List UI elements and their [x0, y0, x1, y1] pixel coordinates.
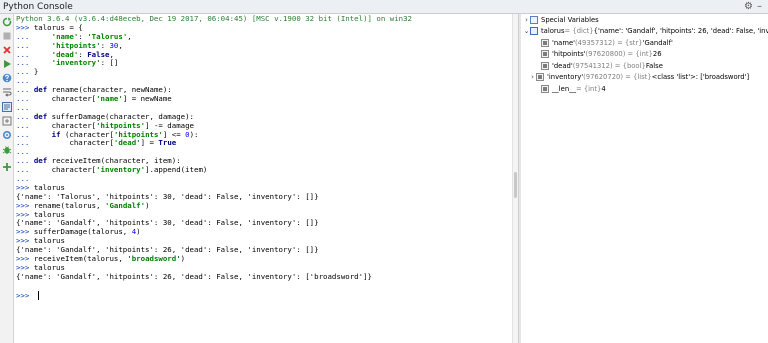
console-toolbar: [0, 14, 14, 343]
variable-name: 'name': [552, 39, 576, 47]
list-icon: [536, 73, 544, 81]
variable-value: {'name': 'Gandalf', 'hitpoints': 26, 'de…: [593, 27, 768, 35]
variable-value: 26: [652, 50, 662, 58]
console-output[interactable]: Python 3.6.4 (v3.6.4:d48eceb, Dec 19 201…: [14, 14, 512, 343]
console-line: ... }: [16, 67, 39, 77]
child-variable-row[interactable]: 'name' (49357312) = {str} 'Gandalf': [534, 38, 673, 48]
soft-wrap-icon[interactable]: [2, 87, 12, 97]
settings-gear-icon[interactable]: ⚙: [744, 1, 753, 12]
variable-value: 'Gandalf': [642, 39, 673, 47]
console-line: >>> receiveItem(talorus, 'broadsword'): [16, 254, 186, 264]
stop-icon[interactable]: [2, 31, 12, 41]
console-line: ... character['inventory'].append(item): [16, 165, 208, 175]
variable-type: (97620800) = {int}: [585, 50, 653, 58]
variable-value: <class 'list'>: ['broadsword']: [651, 73, 750, 81]
variable-type: (97541312) = {bool}: [572, 62, 646, 70]
title-bar: Python Console ⚙ –: [0, 0, 768, 14]
child-variable-row[interactable]: 'hitpoints' (97620800) = {int} 26: [534, 49, 662, 59]
child-variable-row[interactable]: 'dead' (97541312) = {bool} False: [534, 61, 663, 71]
rerun-icon[interactable]: [2, 17, 12, 27]
field-icon: [541, 85, 549, 93]
variable-type: = {int}: [575, 85, 602, 93]
variable-type: (49357312) = {str}: [575, 39, 643, 47]
console-line: >>> rename(talorus, 'Gandalf'): [16, 200, 150, 210]
variable-name: 'hitpoints': [552, 50, 586, 58]
special-variables-row[interactable]: › Special Variables: [523, 15, 599, 25]
variable-type: = {dict}: [564, 27, 594, 35]
variable-name: talorus: [541, 27, 565, 35]
special-variables-label: Special Variables: [541, 16, 599, 24]
field-icon: [541, 39, 549, 47]
console-line: >>> sufferDamage(talorus, 4): [16, 227, 141, 237]
dict-icon: [530, 27, 538, 35]
talorus-variable-row[interactable]: ⌄ talorus = {dict} {'name': 'Gandalf', '…: [523, 26, 768, 36]
collapse-arrow-icon[interactable]: ⌄: [523, 27, 530, 35]
window-title: Python Console: [3, 1, 73, 12]
console-line: ...: [16, 174, 30, 184]
field-icon: [541, 62, 549, 70]
variables-panel: › Special Variables ⌄ talorus = {dict} {…: [521, 14, 768, 343]
expand-arrow-icon[interactable]: ›: [523, 16, 530, 24]
bug-icon[interactable]: [2, 145, 12, 155]
run-icon[interactable]: [2, 59, 12, 69]
show-variables-icon[interactable]: [2, 102, 12, 112]
variable-value: 4: [601, 85, 606, 93]
variable-name: __len__: [552, 85, 576, 93]
child-variable-row[interactable]: › 'inventory' (97620720) = {list} <class…: [529, 72, 749, 82]
help-icon[interactable]: [2, 73, 12, 83]
text-caret: [37, 290, 39, 300]
variable-value: False: [645, 62, 663, 70]
variable-name: 'dead': [552, 62, 573, 70]
close-icon[interactable]: [2, 45, 12, 55]
variable-type: (97620720) = {list}: [583, 73, 652, 81]
console-line: {'name': 'Gandalf', 'hitpoints': 26, 'de…: [16, 271, 372, 281]
expand-arrow-icon[interactable]: ›: [529, 73, 536, 81]
variable-name: 'inventory': [547, 73, 584, 81]
console-line: ... character['dead'] = True: [16, 138, 177, 148]
child-variable-row[interactable]: __len__ = {int} 4: [534, 84, 606, 94]
attach-debugger-icon[interactable]: [2, 116, 12, 126]
console-line: ... character['name'] = newName: [16, 94, 172, 104]
console-line: ... 'inventory': []: [16, 58, 119, 68]
scrollbar-thumb[interactable]: [514, 172, 517, 198]
settings-icon[interactable]: [2, 130, 12, 140]
add-icon[interactable]: [2, 162, 12, 172]
field-icon: [541, 50, 549, 58]
minimize-icon[interactable]: –: [757, 1, 762, 12]
console-line: >>>: [16, 290, 412, 300]
window-controls: ⚙ –: [744, 1, 768, 12]
console-lines: Python 3.6.4 (v3.6.4:d48eceb, Dec 19 201…: [16, 14, 412, 300]
special-variables-icon: [530, 16, 538, 24]
